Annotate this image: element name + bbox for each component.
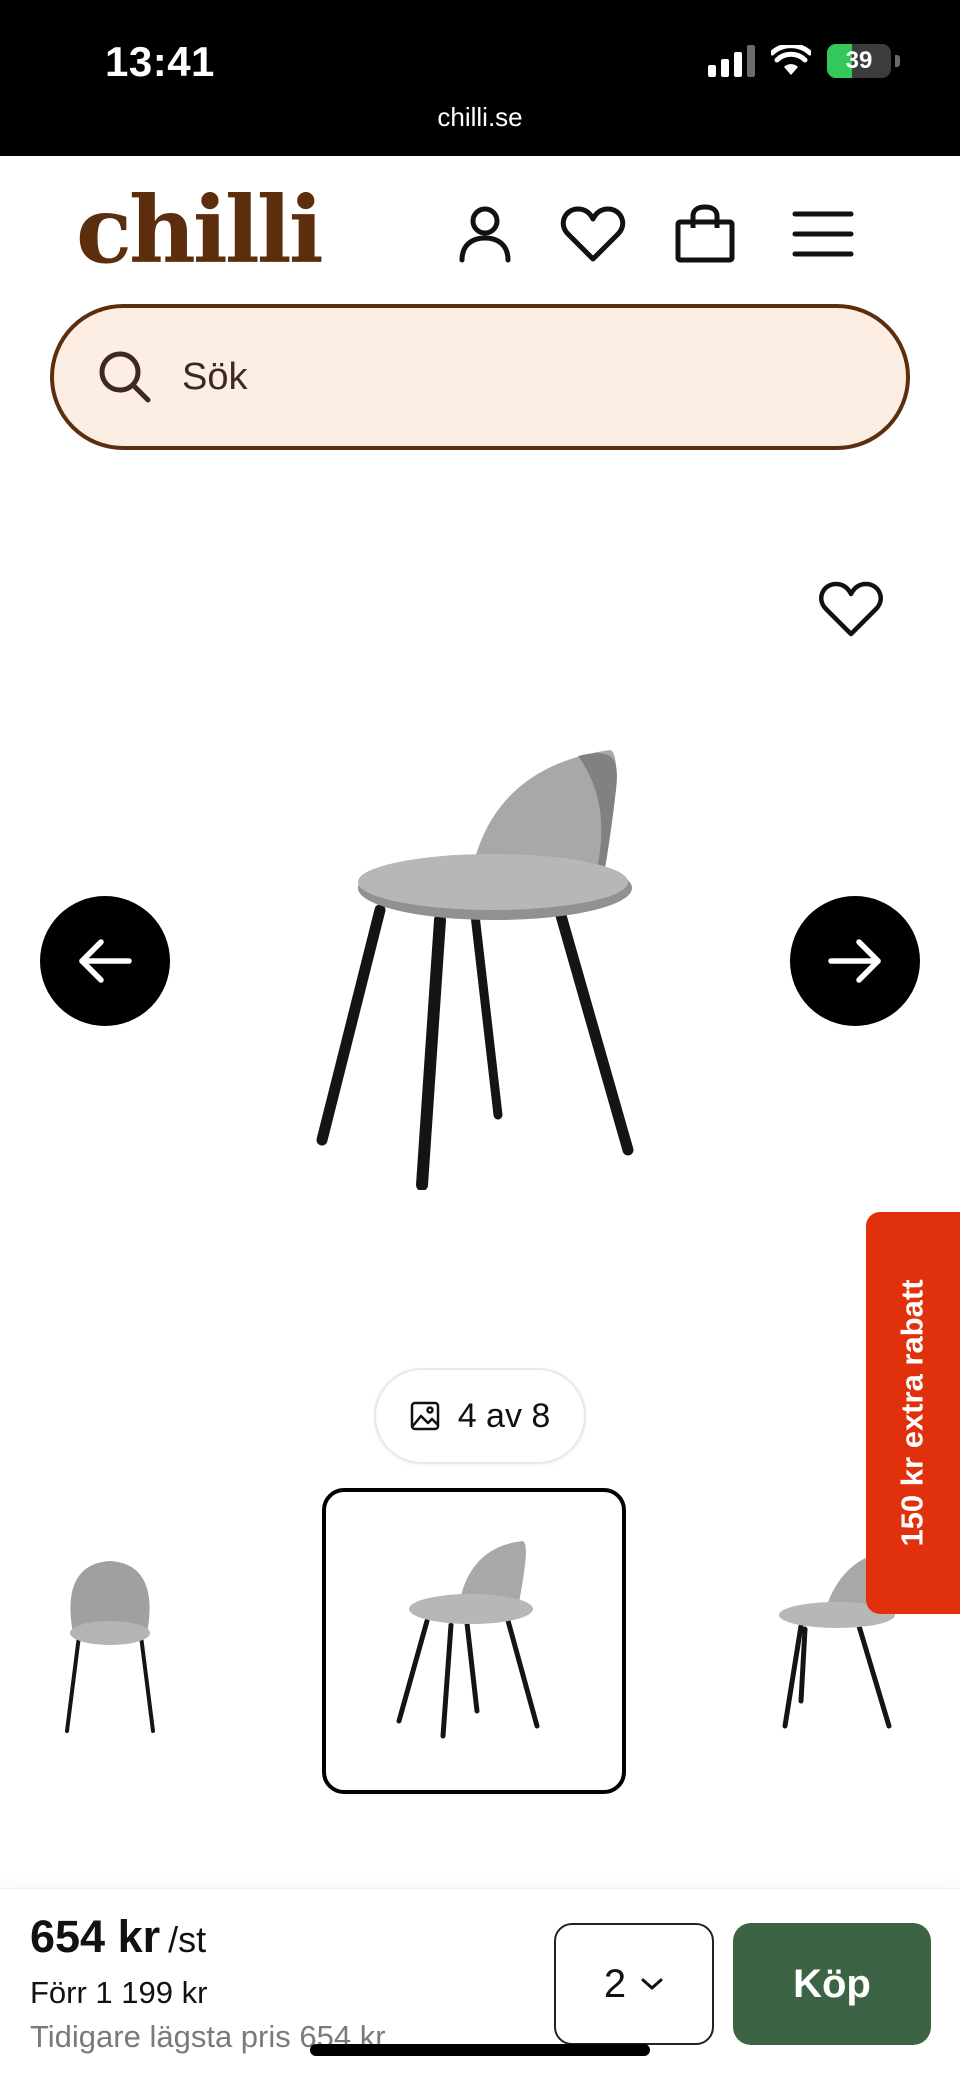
site-header: chilli — [0, 156, 960, 296]
quantity-select[interactable]: 2 — [554, 1923, 714, 2045]
thumbnail-4-selected[interactable] — [322, 1488, 626, 1794]
chilli-logo[interactable]: chilli — [76, 176, 324, 284]
buy-button[interactable]: Köp — [733, 1923, 931, 2045]
status-icons: 39 — [708, 44, 900, 78]
previous-price: Förr 1 199 kr — [30, 1975, 208, 2010]
price: 654 kr/st — [30, 1911, 206, 1963]
shopping-bag-icon[interactable] — [672, 201, 738, 267]
previous-image-button[interactable] — [40, 896, 170, 1026]
extra-discount-label: 150 kr extra rabatt — [895, 1279, 931, 1547]
status-time: 13:41 — [105, 38, 215, 85]
search-icon — [99, 351, 151, 403]
image-counter[interactable]: 4 av 8 — [374, 1368, 586, 1464]
status-bar: 13:41 39 chilli.se — [0, 0, 960, 156]
product-image-chair[interactable] — [310, 750, 670, 1190]
price-value: 654 kr — [30, 1911, 161, 1962]
battery-percent: 39 — [845, 47, 873, 74]
quantity-value: 2 — [603, 1961, 627, 2006]
image-icon — [410, 1401, 439, 1431]
battery-icon: 39 — [827, 44, 891, 78]
account-icon[interactable] — [452, 201, 518, 267]
wishlist-heart-icon[interactable] — [560, 201, 626, 267]
thumbnail-3[interactable] — [30, 1488, 190, 1794]
menu-icon[interactable] — [790, 201, 856, 267]
wifi-icon — [771, 45, 811, 75]
search-input[interactable] — [182, 355, 782, 399]
next-image-button[interactable] — [790, 896, 920, 1026]
chevron-down-icon — [641, 1978, 663, 1990]
price-unit: /st — [168, 1919, 207, 1960]
arrow-left-icon — [79, 939, 132, 983]
home-indicator — [310, 2044, 650, 2056]
cellular-signal-icon — [708, 45, 755, 77]
battery-nub — [895, 55, 900, 67]
add-to-favorites-heart-icon[interactable] — [818, 580, 884, 646]
extra-discount-tab[interactable]: 150 kr extra rabatt — [866, 1212, 960, 1614]
thumbnail-strip — [0, 1488, 960, 1794]
product-gallery: 4 av 8 — [0, 470, 960, 1490]
address-bar-url[interactable]: chilli.se — [0, 102, 960, 133]
image-counter-text: 4 av 8 — [457, 1396, 551, 1435]
arrow-right-icon — [828, 939, 881, 983]
search-bar[interactable] — [50, 304, 910, 450]
